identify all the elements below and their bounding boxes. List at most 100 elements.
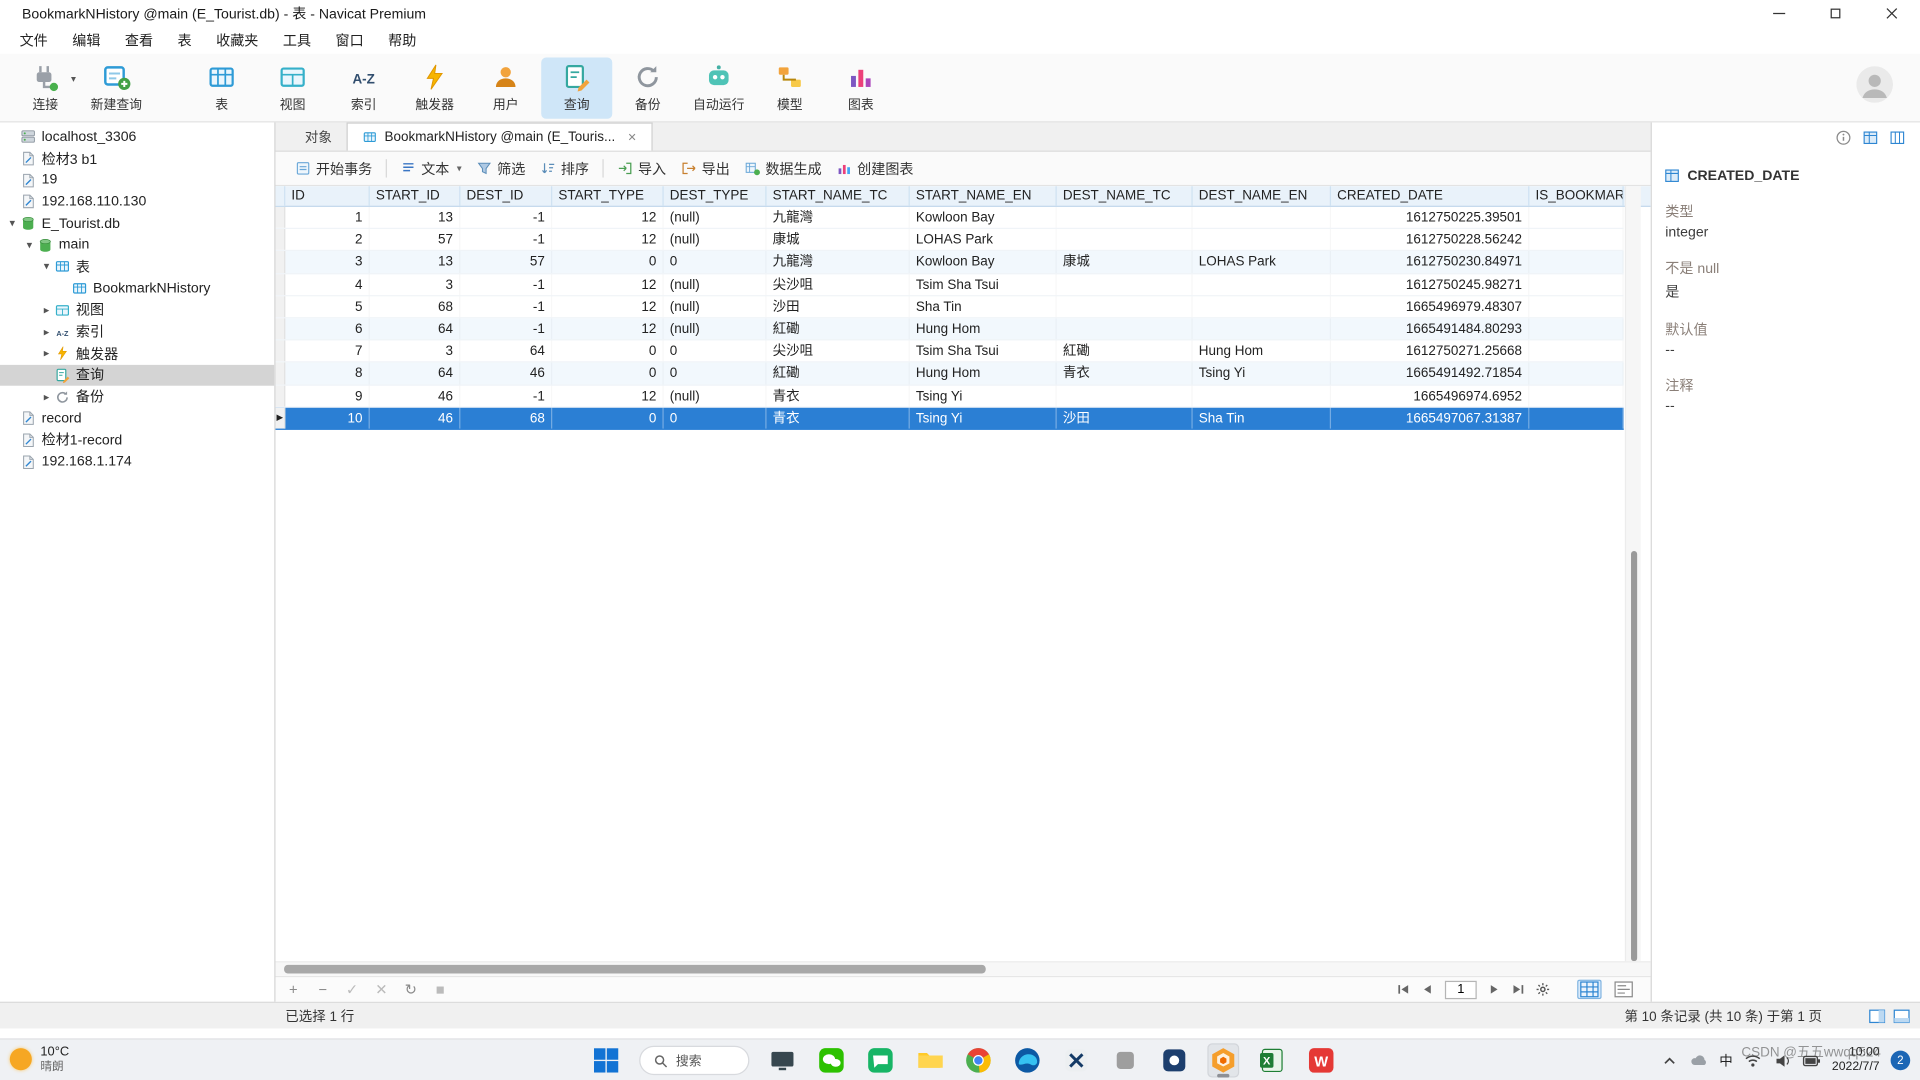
menu-view[interactable]: 查看 — [113, 28, 166, 52]
sidebar-item-main[interactable]: ▾main — [0, 234, 274, 256]
toolbar-model-button[interactable]: 模型 — [754, 57, 825, 118]
sidebar-item-backups[interactable]: ▸备份 — [0, 386, 274, 408]
table-row-5[interactable]: 568-112(null)沙田Sha Tin1665496979.48307 — [276, 296, 1624, 318]
bottom-pane-toggle-icon[interactable] — [1893, 1008, 1910, 1023]
apply-changes-button[interactable]: ✓ — [344, 981, 360, 998]
toolbar-trigger-button[interactable]: 触发器 — [399, 57, 470, 118]
toolbar-connection-button[interactable]: 连接▾ — [10, 57, 81, 118]
expand-arrow-icon[interactable]: ▸ — [39, 347, 54, 360]
taskbar-app-app-x[interactable] — [1060, 1043, 1092, 1077]
chevron-up-icon[interactable] — [1660, 1051, 1678, 1069]
collapse-arrow-icon[interactable]: ▾ — [5, 217, 20, 230]
sidebar-item-bookmarknhistory[interactable]: BookmarkNHistory — [0, 278, 274, 300]
tab-bookmarknhistory[interactable]: BookmarkNHistory @main (E_Touris... ✕ — [347, 122, 653, 150]
vertical-scrollbar-thumb[interactable] — [1631, 551, 1637, 961]
column-header-START_NAME_TC[interactable]: START_NAME_TC — [767, 186, 910, 206]
gridbar-export-button[interactable]: 导出 — [673, 155, 737, 182]
sidebar-item-triggers[interactable]: ▸触发器 — [0, 343, 274, 365]
taskbar-app-greenchat[interactable] — [864, 1043, 896, 1077]
minimize-button[interactable] — [1751, 0, 1807, 27]
form-view-toggle[interactable] — [1611, 980, 1635, 1000]
taskbar-app-edge[interactable] — [1011, 1043, 1043, 1077]
sidebar-item-jiancai3-b1[interactable]: 检材3 b1 — [0, 148, 274, 170]
toolbar-query-button[interactable]: 查询 — [541, 57, 612, 118]
expand-arrow-icon[interactable]: ▸ — [39, 390, 54, 403]
toolbar-automation-button[interactable]: 自动运行 — [683, 57, 754, 118]
collapse-arrow-icon[interactable]: ▾ — [39, 260, 54, 273]
sidebar-item-tables[interactable]: ▾表 — [0, 256, 274, 278]
toolbar-user-button[interactable]: 用户 — [470, 57, 541, 118]
ime-indicator[interactable]: 中 — [1719, 1051, 1732, 1071]
table-row-3[interactable]: 3135700九龍灣Kowloon Bay康城LOHAS Park1612750… — [276, 251, 1624, 273]
toolbar-table-button[interactable]: 表 — [186, 57, 257, 118]
taskbar-app-app-blue[interactable] — [1158, 1043, 1190, 1077]
taskbar-app-folder[interactable] — [913, 1043, 945, 1077]
discard-changes-button[interactable]: ✕ — [373, 981, 389, 998]
sidebar-item-e-tourist-db[interactable]: ▾E_Tourist.db — [0, 213, 274, 235]
first-record-button[interactable] — [1396, 982, 1411, 997]
expand-arrow-icon[interactable]: ▸ — [39, 303, 54, 316]
table-row-10[interactable]: ▶10466800青衣Tsing Yi沙田Sha Tin1665497067.3… — [276, 407, 1624, 429]
gridbar-data-generation-button[interactable]: 数据生成 — [737, 155, 829, 182]
sidebar-item-views[interactable]: ▸视图 — [0, 299, 274, 321]
column-header-START_ID[interactable]: START_ID — [370, 186, 461, 206]
sidebar-item-19[interactable]: 19 — [0, 169, 274, 191]
table-row-7[interactable]: 736400尖沙咀Tsim Sha Tsui紅磡Hung Hom16127502… — [276, 341, 1624, 363]
taskbar-app-navicat[interactable] — [1207, 1043, 1239, 1077]
refresh-button[interactable]: ↻ — [403, 981, 419, 998]
vertical-scrollbar[interactable] — [1625, 186, 1641, 961]
sidebar-item-queries[interactable]: 查询 — [0, 364, 274, 386]
gridbar-import-button[interactable]: 导入 — [610, 155, 674, 182]
toolbar-index-button[interactable]: A-Z索引 — [328, 57, 399, 118]
taskbar-app-wps[interactable]: W — [1305, 1043, 1337, 1077]
sidebar-item-192-168-110-130[interactable]: 192.168.110.130 — [0, 191, 274, 213]
stop-button[interactable]: ■ — [432, 981, 448, 998]
add-record-button[interactable]: + — [285, 981, 301, 998]
delete-record-button[interactable]: − — [315, 981, 331, 998]
expand-arrow-icon[interactable]: ▸ — [39, 325, 54, 338]
prev-record-button[interactable] — [1420, 982, 1435, 997]
cloud-icon[interactable] — [1690, 1051, 1708, 1069]
sidebar-item-192-168-1-174[interactable]: 192.168.1.174 — [0, 451, 274, 473]
menu-window[interactable]: 窗口 — [323, 28, 376, 52]
gridbar-sort-button[interactable]: 排序 — [533, 155, 597, 182]
weather-widget[interactable]: 10°C 晴朗 — [10, 1044, 69, 1073]
sidebar-item-jiancai1-record[interactable]: 检材1-record — [0, 429, 274, 451]
column-info-icon[interactable] — [1889, 129, 1905, 145]
object-info-icon[interactable] — [1862, 129, 1878, 145]
taskbar-app-excel[interactable]: X — [1256, 1043, 1288, 1077]
table-row-1[interactable]: 113-112(null)九龍灣Kowloon Bay1612750225.39… — [276, 207, 1624, 229]
column-header-DEST_NAME_TC[interactable]: DEST_NAME_TC — [1057, 186, 1193, 206]
column-header-CREATED_DATE[interactable]: CREATED_DATE — [1331, 186, 1529, 206]
notification-badge[interactable]: 2 — [1891, 1051, 1911, 1071]
toolbar-backup-button[interactable]: 备份 — [612, 57, 683, 118]
column-header-START_TYPE[interactable]: START_TYPE — [552, 186, 663, 206]
horizontal-scrollbar-thumb[interactable] — [284, 965, 986, 974]
menu-help[interactable]: 帮助 — [376, 28, 429, 52]
menu-favorites[interactable]: 收藏夹 — [204, 28, 271, 52]
side-pane-toggle-icon[interactable] — [1869, 1008, 1886, 1023]
maximize-button[interactable] — [1807, 0, 1863, 27]
page-input[interactable] — [1445, 980, 1477, 998]
column-header-DEST_ID[interactable]: DEST_ID — [460, 186, 552, 206]
toolbar-chart-button[interactable]: 图表 — [825, 57, 896, 118]
taskbar-app-app-gray[interactable] — [1109, 1043, 1141, 1077]
table-row-6[interactable]: 664-112(null)紅磡Hung Hom1665491484.80293 — [276, 318, 1624, 340]
sidebar-item-localhost-3306[interactable]: localhost_3306 — [0, 126, 274, 148]
close-button[interactable] — [1864, 0, 1920, 27]
menu-tools[interactable]: 工具 — [271, 28, 324, 52]
close-tab-icon[interactable]: ✕ — [627, 130, 636, 143]
next-record-button[interactable] — [1487, 982, 1502, 997]
gridbar-text-button[interactable]: 文本▾ — [393, 155, 469, 182]
column-header-DEST_TYPE[interactable]: DEST_TYPE — [664, 186, 767, 206]
taskbar-search[interactable]: 搜索 — [639, 1046, 749, 1075]
info-icon[interactable] — [1836, 129, 1852, 145]
column-header-ID[interactable]: ID — [285, 186, 369, 206]
gridbar-begin-transaction-button[interactable]: 开始事务 — [288, 155, 380, 182]
sidebar-item-record[interactable]: record — [0, 408, 274, 430]
table-row-9[interactable]: 946-112(null)青衣Tsing Yi1665496974.6952 — [276, 385, 1624, 407]
taskbar-app-chrome[interactable] — [962, 1043, 994, 1077]
table-row-8[interactable]: 8644600紅磡Hung Hom青衣Tsing Yi1665491492.71… — [276, 363, 1624, 385]
taskbar-app-wechat[interactable] — [816, 1043, 848, 1077]
menu-table[interactable]: 表 — [165, 28, 204, 52]
